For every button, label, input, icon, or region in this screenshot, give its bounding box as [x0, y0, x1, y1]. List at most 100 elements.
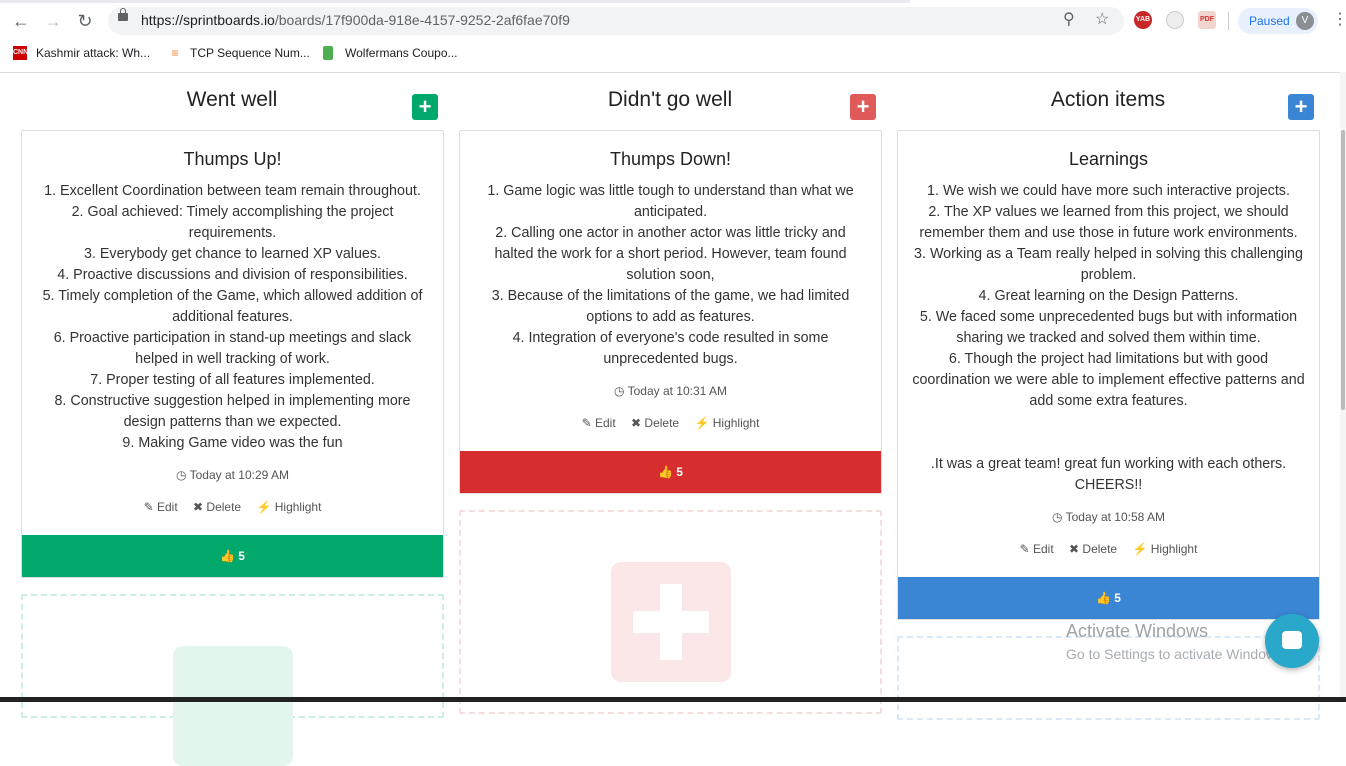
menu-icon[interactable]: ⋮	[1332, 12, 1346, 28]
card-timestamp: ◷ Today at 10:58 AM	[1051, 510, 1165, 524]
extension-pdf-icon[interactable]: PDF	[1198, 11, 1216, 29]
retro-card: Thumps Down! 1. Game logic was little to…	[459, 130, 882, 494]
card-title: Thumps Up!	[183, 149, 282, 169]
card-line: 1. Game logic was little tough to unders…	[487, 183, 854, 220]
close-circle-icon: ✖	[193, 500, 204, 514]
delete-button[interactable]: ✖ Delete	[631, 416, 679, 430]
chat-bubble-icon	[1282, 631, 1302, 649]
pencil-icon: ✎	[143, 500, 154, 514]
browser-toolbar: ← → ↻ https://sprintboards.io/boards/17f…	[0, 0, 1346, 73]
clock-icon: ◷	[175, 468, 187, 482]
toolbar-divider	[1228, 12, 1229, 30]
card-line: 7. Proper testing of all features implem…	[90, 372, 375, 388]
card-line: 2. Goal achieved: Timely accomplishing t…	[71, 204, 394, 241]
card-actions: ✎ Edit ✖ Delete ⚡ Highlight	[22, 500, 443, 514]
card-line: 5. Timely completion of the Game, which …	[42, 288, 423, 325]
card-body: 1. Excellent Coordination between team r…	[36, 181, 429, 454]
taskbar-edge	[0, 697, 1346, 702]
card-body: 1. Game logic was little tough to unders…	[474, 181, 867, 370]
bookmark-item[interactable]: Wolfermans Coupo...	[345, 46, 458, 60]
bookmark-item[interactable]: Kashmir attack: Wh...	[36, 46, 150, 60]
card-body: 1. We wish we could have more such inter…	[912, 181, 1305, 496]
avatar: V	[1296, 12, 1314, 30]
back-icon[interactable]: ←	[10, 10, 32, 32]
close-circle-icon: ✖	[631, 416, 642, 430]
card-line: 4. Integration of everyone's code result…	[512, 330, 829, 367]
card-timestamp: ◷ Today at 10:31 AM	[613, 384, 727, 398]
card-line: 5. We faced some unprecedented bugs but …	[919, 309, 1298, 346]
stackoverflow-icon: ≡	[171, 46, 179, 60]
card-line: 3. Everybody get chance to learned XP va…	[84, 246, 381, 262]
column-header-action-items: Action items	[1050, 88, 1166, 111]
chat-button[interactable]	[1265, 614, 1319, 668]
add-card-placeholder[interactable]	[459, 510, 882, 714]
add-card-button[interactable]: +	[850, 94, 876, 120]
card-blank-line	[912, 433, 1305, 454]
card-line: 4. Great learning on the Design Patterns…	[978, 288, 1239, 304]
bookmark-star-icon[interactable]: ☆	[1095, 11, 1109, 29]
edit-button[interactable]: ✎ Edit	[582, 416, 616, 430]
card-line: 1. Excellent Coordination between team r…	[44, 183, 421, 199]
plus-icon	[173, 646, 293, 766]
thumbs-up-icon: 👍	[1096, 591, 1111, 605]
edit-button[interactable]: ✎ Edit	[1020, 542, 1054, 556]
card-line: 3. Because of the limitations of the gam…	[491, 288, 850, 325]
bolt-icon: ⚡	[256, 500, 272, 514]
retro-card: Thumps Up! 1. Excellent Coordination bet…	[21, 130, 444, 578]
bookmark-leaf-icon	[323, 46, 333, 60]
pencil-icon: ✎	[1019, 542, 1030, 556]
plus-icon	[611, 562, 731, 682]
bookmark-item[interactable]: TCP Sequence Num...	[190, 46, 310, 60]
clock-icon: ◷	[613, 384, 625, 398]
vote-button[interactable]: 👍 5	[460, 451, 881, 493]
vote-button[interactable]: 👍 5	[898, 577, 1319, 619]
retro-card: Learnings 1. We wish we could have more …	[897, 130, 1320, 620]
card-line: 3. Working as a Team really helped in so…	[914, 246, 1303, 283]
card-line: 2. The XP values we learned from this pr…	[919, 204, 1298, 241]
thumbs-up-icon: 👍	[220, 549, 235, 563]
highlight-button[interactable]: ⚡ Highlight	[694, 416, 759, 430]
close-circle-icon: ✖	[1069, 542, 1080, 556]
windows-activation-subtitle: Go to Settings to activate Windows.	[1066, 646, 1287, 662]
cnn-icon: CNN	[13, 46, 28, 60]
card-blank-line	[912, 412, 1305, 433]
vote-button[interactable]: 👍 5	[22, 535, 443, 577]
tab-strip-edge	[0, 0, 910, 3]
delete-button[interactable]: ✖ Delete	[1069, 542, 1117, 556]
card-actions: ✎ Edit ✖ Delete ⚡ Highlight	[898, 542, 1319, 556]
highlight-button[interactable]: ⚡ Highlight	[256, 500, 321, 514]
forward-icon[interactable]: →	[42, 10, 64, 32]
card-line: 6. Though the project had limitations bu…	[912, 351, 1305, 409]
thumbs-up-icon: 👍	[658, 465, 673, 479]
card-line: 4. Proactive discussions and division of…	[57, 267, 408, 283]
add-card-button[interactable]: +	[412, 94, 438, 120]
card-line: 1. We wish we could have more such inter…	[927, 183, 1290, 199]
pencil-icon: ✎	[581, 416, 592, 430]
column-header-didnt-go-well: Didn't go well	[607, 88, 733, 111]
highlight-button[interactable]: ⚡ Highlight	[1132, 542, 1197, 556]
card-line: 2. Calling one actor in another actor wa…	[494, 225, 847, 283]
bolt-icon: ⚡	[694, 416, 710, 430]
reload-icon[interactable]: ↻	[74, 10, 96, 32]
extension-yab-icon[interactable]: YAB	[1134, 11, 1152, 29]
add-card-button[interactable]: +	[1288, 94, 1314, 120]
lock-icon	[118, 8, 128, 21]
card-line: 8. Constructive suggestion helped in imp…	[54, 393, 411, 430]
card-title: Learnings	[1068, 149, 1149, 169]
edit-button[interactable]: ✎ Edit	[144, 500, 178, 514]
card-actions: ✎ Edit ✖ Delete ⚡ Highlight	[460, 416, 881, 430]
bolt-icon: ⚡	[1132, 542, 1148, 556]
delete-button[interactable]: ✖ Delete	[193, 500, 241, 514]
url-text[interactable]: https://sprintboards.io/boards/17f900da-…	[141, 12, 570, 28]
card-line: 6. Proactive participation in stand-up m…	[53, 330, 412, 367]
column-header-went-well: Went well	[186, 88, 278, 111]
clock-icon: ◷	[1051, 510, 1063, 524]
extension-circle-icon[interactable]	[1166, 11, 1184, 29]
card-line: 9. Making Game video was the fun	[122, 435, 343, 451]
scrollbar-thumb[interactable]	[1341, 130, 1345, 410]
profile-button[interactable]: Paused V	[1238, 8, 1318, 34]
card-timestamp: ◷ Today at 10:29 AM	[175, 468, 289, 482]
zoom-icon[interactable]: ⚲	[1063, 11, 1075, 29]
profile-status: Paused	[1249, 14, 1290, 28]
windows-activation-title: Activate Windows	[1066, 621, 1209, 641]
